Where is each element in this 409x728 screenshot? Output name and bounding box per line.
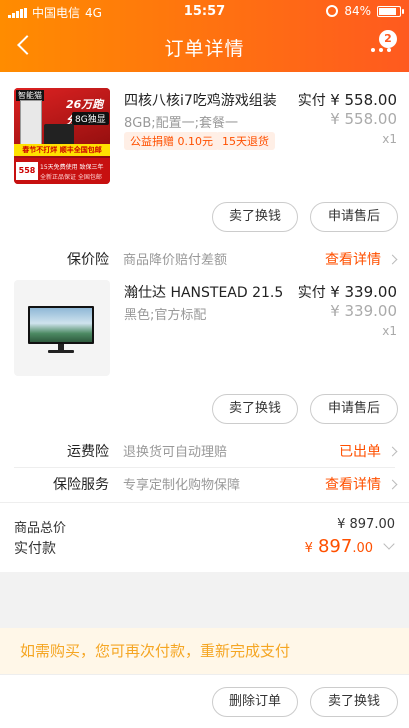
original-price: ¥ 558.00 — [330, 110, 397, 128]
after-sale-button[interactable]: 申请售后 — [310, 202, 398, 232]
delete-order-button[interactable]: 删除订单 — [212, 687, 298, 717]
status-bar: 中国电信 4G 15:57 84% — [0, 0, 409, 24]
price-protection-row[interactable]: 保价险 商品降价赔付差额 查看详情 — [0, 243, 409, 273]
thumb-promo-mem: 8G独显 — [72, 112, 109, 125]
thumb-footer: 15天免费使用 致保三年 — [40, 164, 104, 171]
resell-button[interactable]: 卖了换钱 — [310, 687, 398, 717]
quantity: x1 — [382, 132, 397, 146]
paid-label: 实付 — [297, 285, 326, 301]
original-price: ¥ 339.00 — [330, 302, 397, 320]
view-details-link[interactable]: 查看详情 — [325, 249, 381, 269]
nav-bar: 订单详情 2 — [0, 24, 409, 70]
resell-button[interactable]: 卖了换钱 — [212, 394, 298, 424]
paid-label: 实付 — [297, 93, 326, 109]
insurance-service-row[interactable]: 保险服务 专享定制化购物保障 查看详情 — [0, 468, 409, 498]
message-badge: 2 — [379, 30, 397, 48]
resell-button[interactable]: 卖了换钱 — [212, 202, 298, 232]
chevron-right-icon — [387, 254, 398, 265]
pc-case-image — [20, 100, 42, 148]
row-label: 保险服务 — [53, 477, 109, 493]
thumb-footer-2: 全新正品保证 全国包邮 — [40, 174, 102, 181]
quantity: x1 — [382, 324, 397, 338]
order-item: 智能猫 26万跑分 8G独显 春节不打烊 顺丰全国包邮 558 15天免费使用 … — [0, 88, 409, 258]
product-name[interactable]: 四核八核i7吃鸡游戏组装 — [124, 90, 294, 110]
order-item: 瀚仕达 HANSTEAD 21.5 黑色;官方标配 实付 ¥ 339.00 ¥ … — [0, 280, 409, 430]
product-name[interactable]: 瀚仕达 HANSTEAD 21.5 — [124, 282, 294, 302]
repay-notice: 如需购买，您可再次付款，重新完成支付 — [0, 628, 409, 674]
more-dots-icon — [371, 48, 391, 52]
monitor-screen-image — [30, 308, 92, 342]
goods-total-value: ¥ 897.00 — [337, 517, 395, 532]
paid-price: 实付 ¥ 339.00 — [298, 282, 397, 302]
goods-total-label: 商品总价 — [14, 521, 67, 536]
bottom-action-bar: 删除订单 卖了换钱 — [0, 674, 409, 728]
row-desc: 商品降价赔付差额 — [123, 253, 228, 268]
more-button[interactable]: 2 — [365, 30, 397, 62]
paid-price: 实付 ¥ 558.00 — [298, 90, 397, 110]
product-thumbnail[interactable]: 智能猫 26万跑分 8G独显 春节不打烊 顺丰全国包邮 558 15天免费使用 … — [14, 88, 110, 184]
chevron-right-icon — [387, 479, 398, 490]
row-desc: 专享定制化购物保障 — [123, 478, 241, 493]
product-spec: 黑色;官方标配 — [124, 308, 207, 323]
chevron-right-icon — [387, 446, 398, 457]
page-title: 订单详情 — [164, 38, 245, 60]
row-label: 保价险 — [67, 252, 109, 268]
paid-value: ¥ 339.00 — [330, 283, 397, 301]
currency-symbol: ¥ — [304, 541, 313, 556]
thumb-banner: 春节不打烊 顺丰全国包邮 — [14, 144, 110, 156]
policy-issued-link[interactable]: 已出单 — [339, 441, 381, 461]
paid-value: ¥ 558.00 — [330, 91, 397, 109]
total-paid-label: 实付款 — [14, 541, 56, 557]
battery-icon — [377, 5, 404, 17]
paid-decimal: .00 — [352, 541, 373, 556]
row-label: 运费险 — [67, 444, 109, 460]
charity-tag: 公益捐赠 0.10元 — [124, 132, 219, 150]
thumb-price: 558 — [16, 162, 38, 180]
paid-integer: 897 — [317, 536, 353, 557]
after-sale-button[interactable]: 申请售后 — [310, 394, 398, 424]
shipping-insurance-row[interactable]: 运费险 退换货可自动理赔 已出单 — [0, 435, 409, 465]
return-policy-tag: 15天退货 — [216, 132, 275, 150]
divider — [0, 502, 409, 503]
product-spec: 8GB;配置一;套餐一 — [124, 116, 239, 131]
monitor-base-image — [48, 350, 74, 353]
order-card: 智能猫 26万跑分 8G独显 春节不打烊 顺丰全国包邮 558 15天免费使用 … — [0, 72, 409, 572]
battery-percent: 84% — [344, 4, 371, 18]
rotation-lock-icon — [326, 5, 339, 17]
view-details-link[interactable]: 查看详情 — [325, 474, 381, 494]
header-bar: 中国电信 4G 15:57 84% 订单详情 2 — [0, 0, 409, 72]
expand-chevron-icon[interactable] — [383, 538, 395, 550]
product-thumbnail[interactable] — [14, 280, 110, 376]
total-paid-value: ¥ 897.00 — [305, 536, 373, 557]
status-right: 84% — [326, 4, 404, 18]
row-desc: 退换货可自动理赔 — [123, 445, 228, 460]
